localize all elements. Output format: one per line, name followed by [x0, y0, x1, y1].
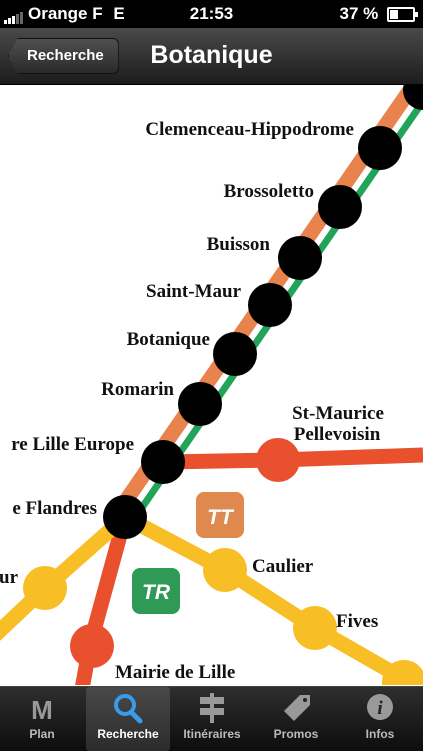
station-dot-yellow[interactable]: [203, 548, 247, 592]
metro-m-icon: M: [0, 687, 84, 727]
info-icon: i: [338, 687, 422, 727]
metro-map[interactable]: TT TR Clemenceau-Hippodrome Brossoletto …: [0, 85, 423, 685]
station-dot[interactable]: [278, 236, 322, 280]
tab-plan[interactable]: M Plan: [0, 687, 84, 751]
tab-recherche[interactable]: Recherche: [86, 687, 170, 751]
station-label: re Lille Europe: [11, 434, 134, 455]
battery: 37 %: [339, 4, 418, 24]
station-label-st-maurice: St-Maurice: [292, 403, 384, 424]
tab-label: Promos: [273, 727, 319, 741]
station-label: Fives: [336, 611, 378, 632]
station-label-pellevoisin: Pellevoisin: [294, 424, 381, 445]
tag-icon: [254, 687, 338, 727]
status-bar: Orange F E 21:53 37 %: [0, 0, 423, 28]
station-dot[interactable]: [213, 332, 257, 376]
tab-label: Recherche: [97, 727, 159, 741]
station-dot-yellow[interactable]: [293, 606, 337, 650]
station-dot[interactable]: [358, 126, 402, 170]
station-label: Clemenceau-Hippodrome: [145, 119, 354, 140]
svg-text:M: M: [31, 695, 53, 725]
tr-badge-label: TR: [142, 581, 171, 604]
tt-badge-label: TT: [207, 506, 235, 529]
tab-infos[interactable]: i Infos: [338, 687, 422, 751]
page-title: Botanique: [150, 41, 273, 69]
station-label: Brossoletto: [224, 181, 314, 202]
tab-label: Infos: [365, 727, 395, 741]
station-dot[interactable]: [178, 382, 222, 426]
tab-bar: M Plan Recherche Itinéraires Promos i In…: [0, 686, 423, 751]
station-dot[interactable]: [141, 440, 185, 484]
station-dot-yellow[interactable]: [23, 566, 67, 610]
signpost-icon: [170, 687, 254, 727]
station-label: ur: [0, 567, 19, 588]
battery-fill: [390, 10, 398, 20]
station-dot[interactable]: [318, 185, 362, 229]
battery-icon: [387, 7, 418, 23]
tab-label: Itinéraires: [183, 727, 241, 741]
tab-promos[interactable]: Promos: [254, 687, 338, 751]
svg-text:i: i: [377, 698, 383, 719]
tab-label: Plan: [29, 727, 55, 741]
station-dot[interactable]: [248, 283, 292, 327]
tab-itineraires[interactable]: Itinéraires: [170, 687, 254, 751]
station-label: Caulier: [252, 556, 314, 577]
station-label: Romarin: [101, 379, 174, 400]
station-dot[interactable]: [103, 495, 147, 539]
station-label: Saint-Maur: [146, 281, 242, 302]
station-label: Buisson: [207, 234, 271, 255]
battery-percent: 37 %: [339, 4, 379, 23]
navigation-bar: Recherche Botanique: [0, 28, 423, 85]
search-icon: [86, 687, 170, 727]
station-label: e Flandres: [12, 498, 97, 519]
station-dot-red[interactable]: [70, 624, 114, 668]
station-label: Mairie de Lille: [115, 662, 235, 683]
map-canvas[interactable]: TT TR Clemenceau-Hippodrome Brossoletto …: [0, 85, 423, 685]
station-label: Botanique: [127, 329, 210, 350]
